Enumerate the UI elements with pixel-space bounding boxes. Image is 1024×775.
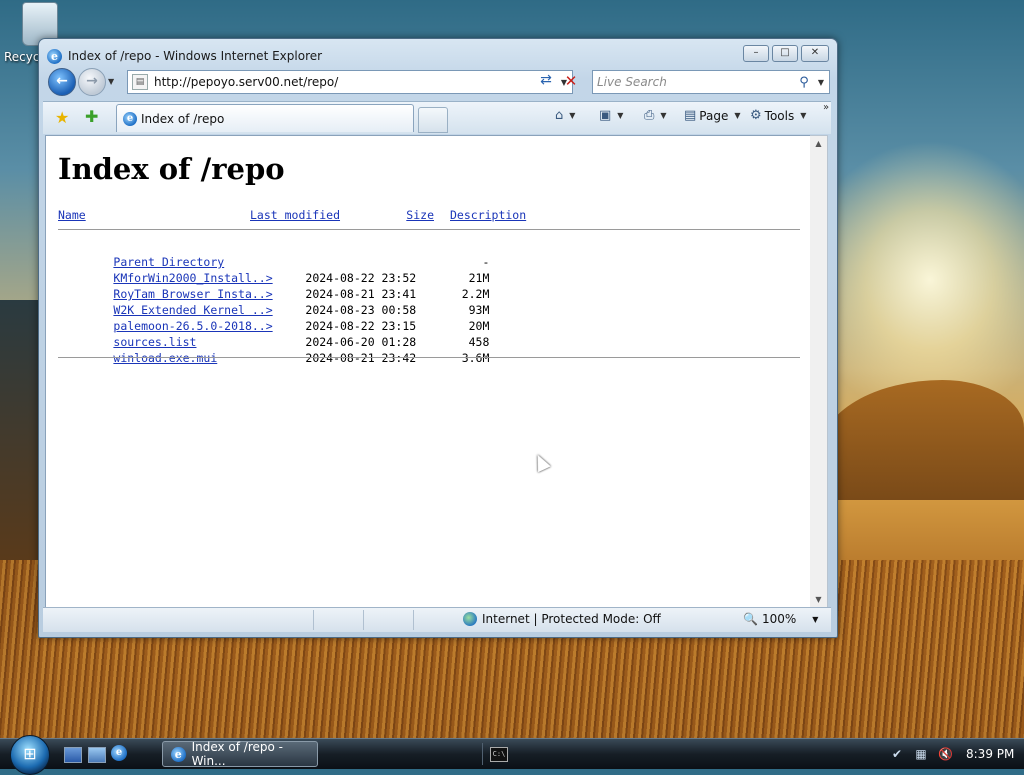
security-zone[interactable]: Internet | Protected Mode: Off	[463, 612, 661, 626]
ie-logo-icon: e	[47, 48, 62, 64]
file-size: 3.6M	[461, 351, 490, 365]
status-divider	[313, 610, 314, 630]
search-box[interactable]: Live Search ⚲ ▼	[592, 70, 830, 94]
list-item: Parent Directory -	[58, 238, 489, 269]
list-item: winload.exe.mui 2024-08-21 23:42 3.6M	[58, 334, 489, 365]
search-placeholder[interactable]: Live Search	[593, 75, 795, 89]
tab-page-icon: e	[123, 111, 137, 126]
gear-icon: ⚙	[750, 108, 762, 123]
tools-menu-button[interactable]: ⚙ Tools ▼	[750, 108, 806, 123]
security-zone-label: Internet | Protected Mode: Off	[482, 612, 661, 626]
address-url[interactable]: http://pepoyo.serv00.net/repo/	[154, 75, 556, 89]
zoom-magnifier-icon: 🔍	[743, 612, 758, 626]
maximize-button[interactable]: □	[772, 45, 798, 62]
home-icon: ⌂	[555, 108, 564, 123]
tools-menu-label: Tools	[764, 108, 795, 123]
clock[interactable]: 8:39 PM	[966, 747, 1014, 761]
taskbar-separator	[482, 743, 483, 765]
file-link[interactable]: winload.exe.mui	[113, 351, 217, 365]
status-divider	[363, 610, 364, 630]
list-item: KMforWin2000_Install..> 2024-08-22 23:52 2…	[58, 254, 489, 285]
sort-by-modified-link[interactable]: Last modified	[250, 208, 340, 222]
forward-button[interactable]: →	[78, 68, 106, 96]
minimize-button[interactable]: –	[743, 45, 769, 62]
taskbar-window-label: Index of /repo - Win...	[191, 740, 283, 768]
safely-remove-icon[interactable]: ✔	[890, 747, 904, 761]
window-controls: – □ ✕	[743, 45, 829, 62]
divider-bottom	[58, 357, 800, 358]
taskbar: ⊞ e e Index of /repo - Win... C:\ ✔ ▦ 🔇 …	[0, 735, 1024, 775]
page-menu-label: Page	[699, 108, 729, 123]
zoom-dropdown-icon[interactable]: ▼	[812, 615, 818, 624]
show-desktop-icon[interactable]	[64, 747, 82, 763]
vertical-scrollbar[interactable]: ▲ ▼	[810, 135, 828, 609]
page-icon: ▤	[132, 74, 148, 90]
new-tab-button[interactable]	[418, 107, 448, 133]
home-dropdown-icon[interactable]: ▼	[569, 111, 575, 120]
toolbar-overflow-chevron-icon[interactable]: »	[823, 102, 829, 113]
sort-by-name-link[interactable]: Name	[58, 208, 86, 222]
globe-icon	[463, 612, 477, 626]
search-icon[interactable]: ⚲	[795, 75, 813, 90]
page-title: Index of /repo	[58, 152, 285, 186]
add-to-favorites-icon[interactable]: ✚	[85, 107, 98, 126]
mouse-cursor-icon	[531, 451, 551, 473]
search-options-dropdown-icon[interactable]: ▼	[813, 78, 829, 87]
feeds-dropdown-icon[interactable]: ▼	[617, 111, 623, 120]
tab-label: Index of /repo	[141, 111, 225, 126]
tab-row: ★ ✚ e Index of /repo ⌂ ▼ ▣ ▼ ⎙ ▼ ▤ Page ▼ ⚙…	[43, 101, 831, 134]
page-menu-button[interactable]: ▤ Page ▼	[684, 108, 741, 123]
list-item: W2K Extended Kernel ..> 2024-08-23 00:58 9…	[58, 286, 489, 317]
zoom-control[interactable]: 🔍 100% ▼	[743, 612, 818, 626]
modified-date: 2024-08-21 23:42	[305, 351, 417, 365]
command-prompt-icon[interactable]: C:\	[490, 747, 508, 762]
feeds-button[interactable]: ▣ ▼	[599, 108, 623, 123]
back-button[interactable]: ←	[48, 68, 76, 96]
scroll-down-icon[interactable]: ▼	[810, 592, 827, 608]
print-dropdown-icon[interactable]: ▼	[660, 111, 666, 120]
list-item: sources.list 2024-06-20 01:28 458	[58, 318, 489, 349]
status-bar: Internet | Protected Mode: Off 🔍 100% ▼	[43, 607, 831, 632]
divider-top	[58, 229, 800, 230]
close-button[interactable]: ✕	[801, 45, 829, 62]
status-divider	[413, 610, 414, 630]
volume-muted-icon[interactable]: 🔇	[938, 747, 953, 761]
tools-menu-dropdown-icon: ▼	[800, 111, 807, 120]
listing-header: Name Last modified Size Description	[58, 206, 526, 224]
system-tray: ✔ ▦ 🔇 8:39 PM	[890, 739, 1014, 769]
scroll-up-icon[interactable]: ▲	[810, 136, 827, 152]
file-list: Parent Directory - KMforWin2000_Install..…	[58, 238, 489, 365]
favorites-center-icon[interactable]: ★	[55, 108, 69, 127]
ie-quicklaunch-icon[interactable]: e	[111, 745, 127, 761]
refresh-button[interactable]: ⇄	[536, 72, 556, 92]
taskbar-ie-icon: e	[171, 746, 186, 762]
ie-window: e Index of /repo - Windows Internet Expl…	[38, 38, 838, 638]
list-item: palemoon-26.5.0-2018..> 2024-08-22 23:15 2…	[58, 302, 489, 333]
page-menu-icon: ▤	[684, 108, 697, 123]
network-icon[interactable]: ▦	[914, 747, 928, 761]
list-item: RoyTam Browser Insta..> 2024-08-21 23:41 2…	[58, 270, 489, 301]
recent-pages-dropdown[interactable]: ▼	[108, 77, 114, 86]
address-bar[interactable]: ▤ http://pepoyo.serv00.net/repo/ ▼	[127, 70, 573, 94]
switch-windows-icon[interactable]	[88, 747, 106, 763]
taskbar-ie-window-button[interactable]: e Index of /repo - Win...	[162, 740, 318, 768]
stop-button[interactable]: ✕	[561, 72, 581, 92]
printer-icon: ⎙	[644, 108, 655, 123]
feeds-icon: ▣	[599, 108, 612, 123]
window-title: Index of /repo - Windows Internet Explor…	[68, 49, 323, 63]
home-button[interactable]: ⌂ ▼	[555, 108, 575, 123]
sort-by-size-link[interactable]: Size	[406, 208, 434, 222]
print-button[interactable]: ⎙ ▼	[644, 108, 667, 123]
zoom-level: 100%	[761, 612, 797, 626]
title-bar[interactable]: e Index of /repo - Windows Internet Expl…	[47, 47, 322, 65]
tab-index-of-repo[interactable]: e Index of /repo	[116, 104, 414, 132]
page-menu-dropdown-icon: ▼	[734, 111, 741, 120]
page-content: Index of /repo Name Last modified Size Desc…	[45, 135, 811, 609]
start-button[interactable]: ⊞	[10, 735, 50, 775]
sort-by-description-link[interactable]: Description	[450, 208, 526, 222]
